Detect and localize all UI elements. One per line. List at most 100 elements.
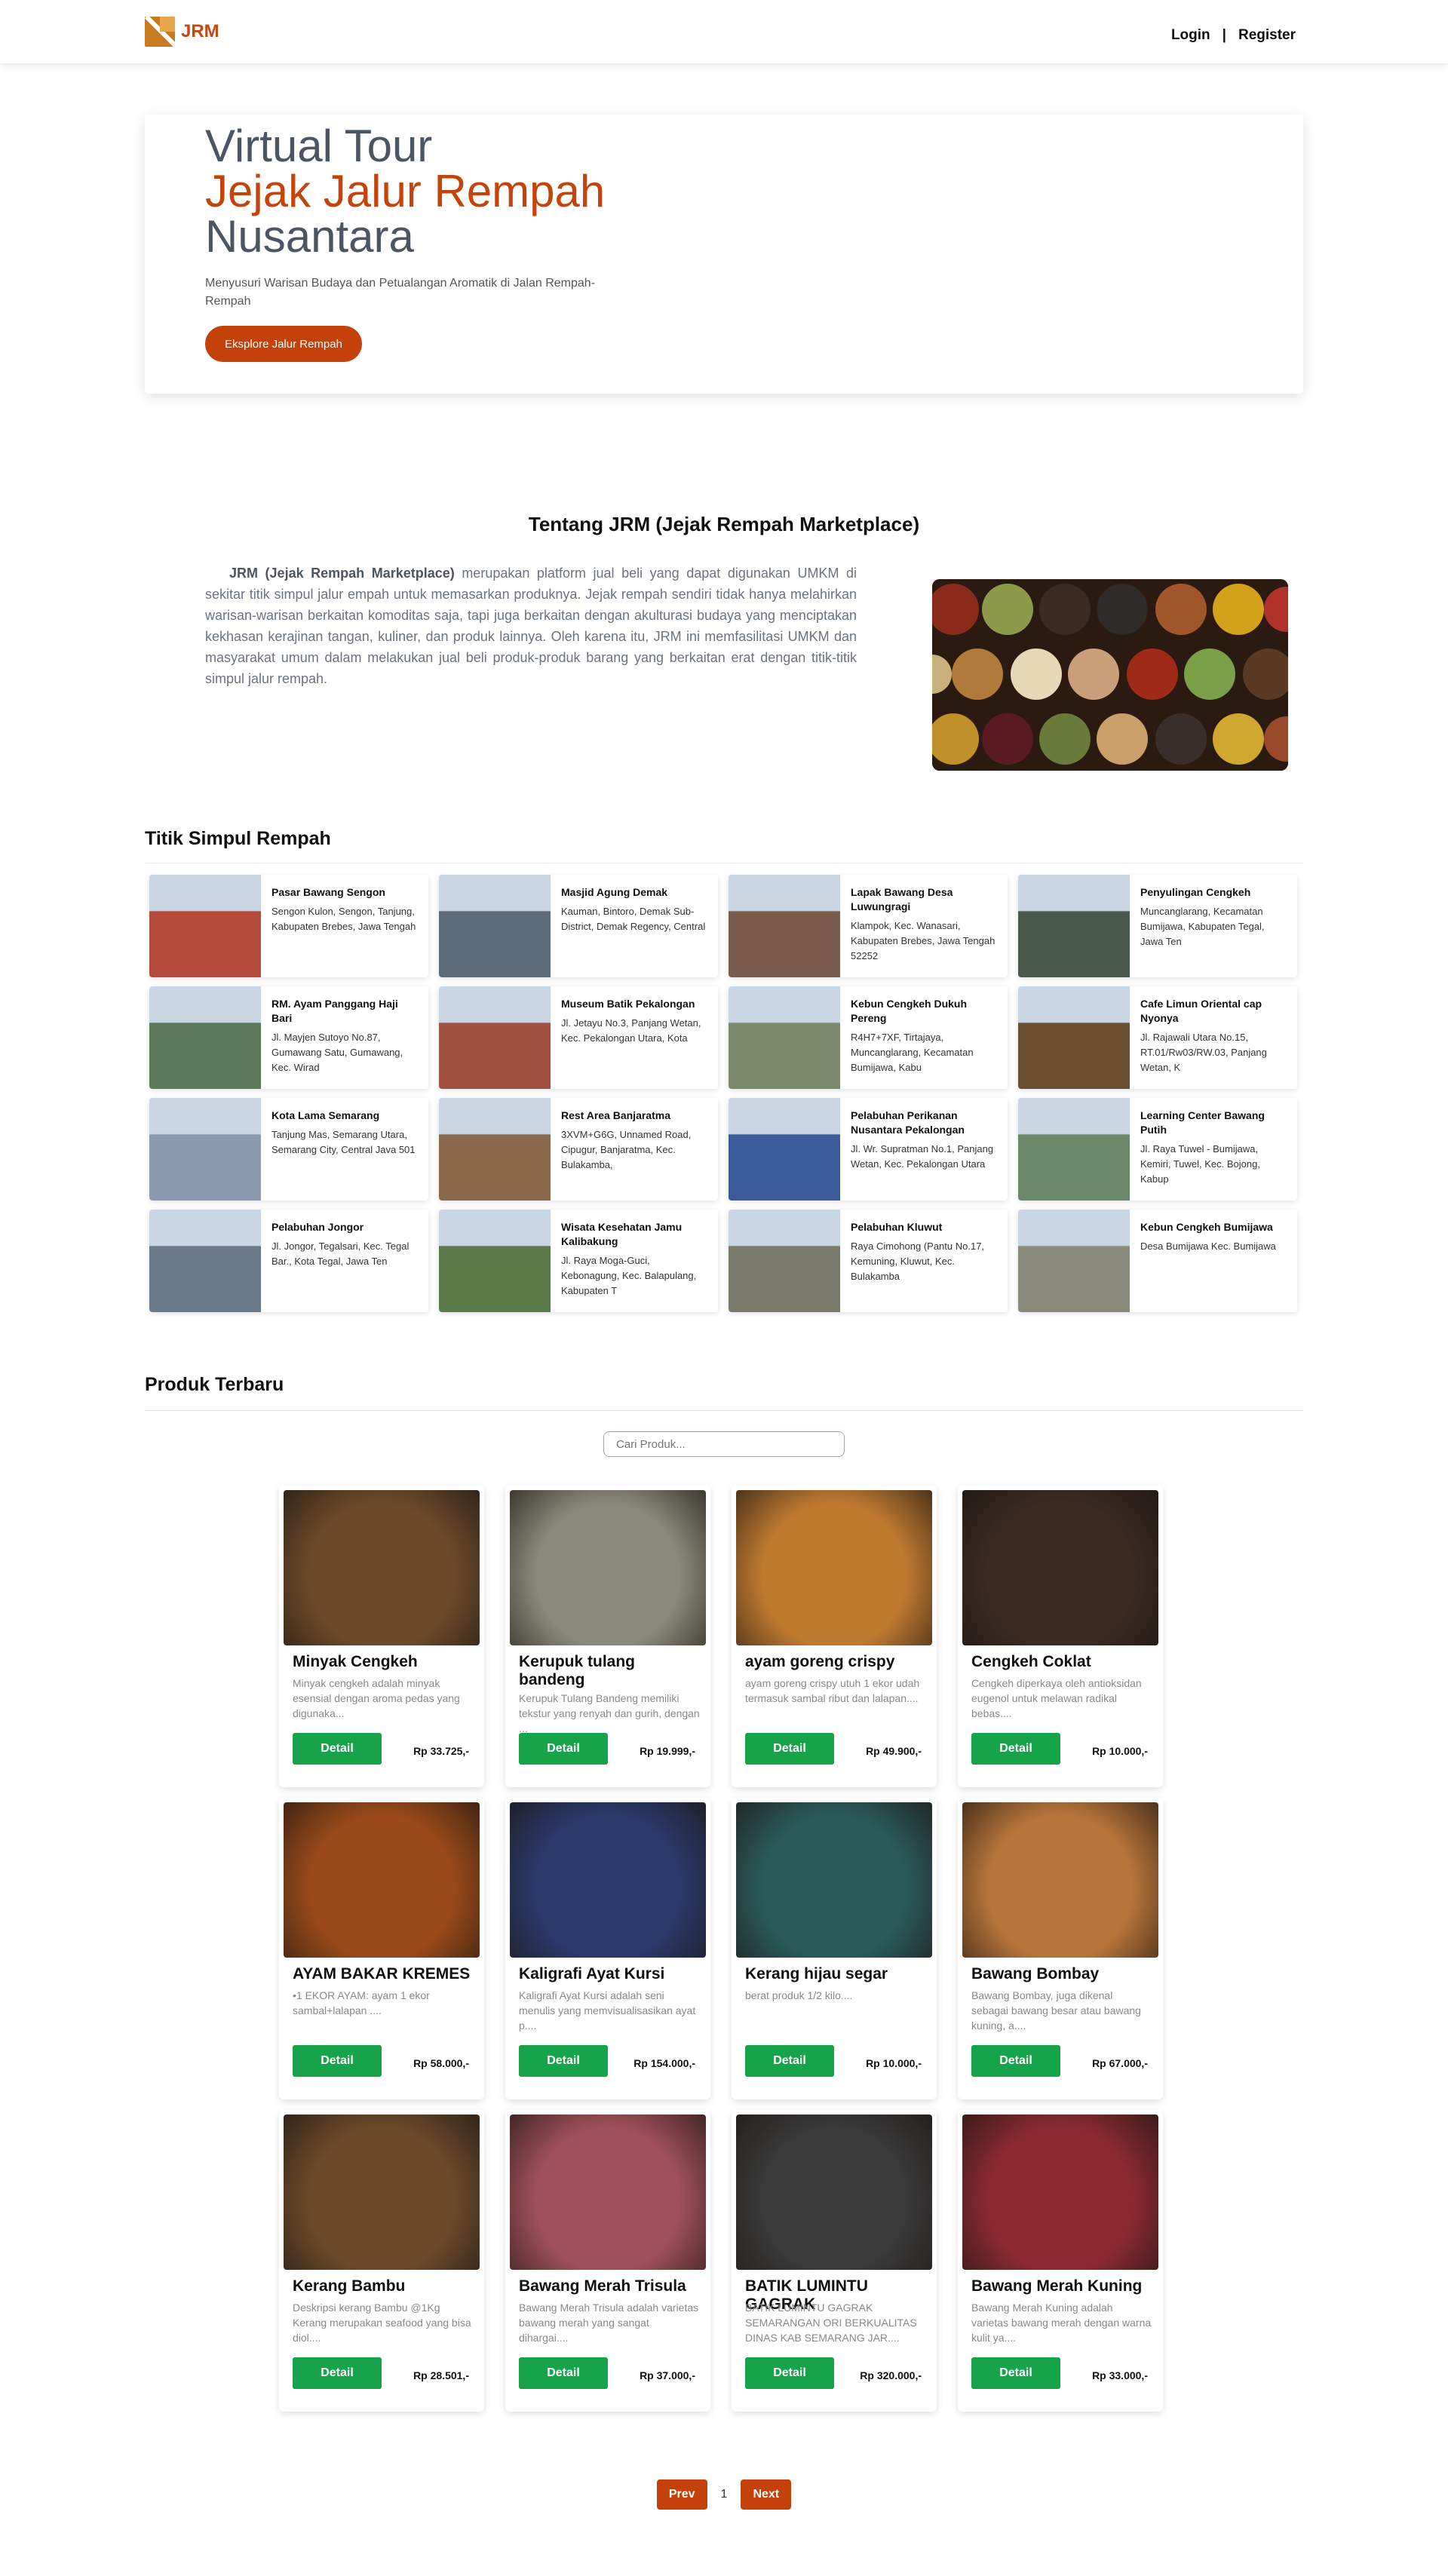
point-card[interactable]: Rest Area Banjaratma 3XVM+G6G, Unnamed Ro… (439, 1098, 718, 1201)
next-page-button[interactable]: Next (741, 2479, 792, 2510)
point-card[interactable]: Penyulingan Cengkeh Muncanglarang, Kecama… (1018, 875, 1297, 977)
product-detail-button[interactable]: Detail (293, 2045, 382, 2077)
point-card[interactable]: Pasar Bawang Sengon Sengon Kulon, Sengon,… (149, 875, 428, 977)
point-address: Sengon Kulon, Sengon, Tanjung, Kabupaten… (272, 906, 416, 932)
product-price: Rp 10.000,- (1092, 1745, 1148, 1757)
product-card[interactable]: AYAM BAKAR KREMES •1 EKOR AYAM: ayam 1 ek… (279, 1798, 484, 2099)
product-description: berat produk 1/2 kilo.... (745, 1989, 853, 2001)
product-description: •1 EKOR AYAM: ayam 1 ekor sambal+lalapan… (293, 1989, 430, 2016)
product-search-input[interactable] (603, 1431, 845, 1457)
point-name: Rest Area Banjaratma (561, 1109, 670, 1121)
pagination: Prev 1 Next (0, 2479, 1448, 2510)
product-detail-button[interactable]: Detail (745, 2357, 834, 2389)
point-card[interactable]: Kota Lama Semarang Tanjung Mas, Semarang … (149, 1098, 428, 1201)
product-detail-button[interactable]: Detail (971, 2357, 1060, 2389)
product-detail-button[interactable]: Detail (519, 1733, 608, 1765)
product-detail-button[interactable]: Detail (293, 2357, 382, 2389)
point-card[interactable]: Kebun Cengkeh Bumijawa Desa Bumijawa Kec.… (1018, 1210, 1297, 1312)
point-address: Jl. Jetayu No.3, Panjang Wetan, Kec. Pek… (561, 1017, 701, 1044)
login-link[interactable]: Login (1171, 27, 1210, 44)
point-card[interactable]: Pelabuhan Kluwut Raya Cimohong (Pantu No.… (729, 1210, 1008, 1312)
points-grid: Pasar Bawang Sengon Sengon Kulon, Sengon,… (149, 875, 1299, 1321)
product-price: Rp 33.725,- (413, 1745, 469, 1757)
hero-title: Virtual Tour Jejak Jalur Rempah Nusantar… (205, 124, 605, 259)
point-card[interactable]: Learning Center Bawang Putih Jl. Raya Tuw… (1018, 1098, 1297, 1201)
product-card[interactable]: Cengkeh Coklat Cengkeh diperkaya oleh ant… (958, 1486, 1163, 1787)
product-image (284, 1490, 480, 1645)
prev-page-button[interactable]: Prev (656, 2479, 707, 2510)
point-body: Kebun Cengkeh Bumijawa Desa Bumijawa Kec.… (1130, 1210, 1285, 1312)
point-card[interactable]: Masjid Agung Demak Kauman, Bintoro, Demak… (439, 875, 718, 977)
products-grid: Minyak Cengkeh Minyak cengkeh adalah miny… (279, 1486, 1172, 2422)
product-detail-button[interactable]: Detail (971, 2045, 1060, 2077)
point-body: Masjid Agung Demak Kauman, Bintoro, Demak… (551, 875, 718, 977)
product-image (962, 1802, 1158, 1958)
point-body: Museum Batik Pekalongan Jl. Jetayu No.3, … (551, 986, 718, 1089)
point-card[interactable]: Kebun Cengkeh Dukuh Pereng R4H7+7XF, Tirt… (729, 986, 1008, 1089)
point-body: Wisata Kesehatan Jamu Kalibakung Jl. Raya… (551, 1210, 718, 1312)
point-name: Masjid Agung Demak (561, 886, 668, 898)
spice-bowls-illustration (932, 579, 1288, 771)
product-description: Kaligrafi Ayat Kursi adalah seni menulis… (519, 1989, 696, 2032)
point-body: Cafe Limun Oriental cap Nyonya Jl. Rajawa… (1130, 986, 1297, 1089)
product-name: Kaligrafi Ayat Kursi (519, 1965, 665, 1983)
product-image (736, 2114, 932, 2270)
point-address: Jl. Raya Moga-Guci, Kebonagung, Kec. Bal… (561, 1255, 697, 1296)
register-link[interactable]: Register (1238, 27, 1296, 44)
point-thumbnail (1018, 875, 1130, 977)
point-card[interactable]: Museum Batik Pekalongan Jl. Jetayu No.3, … (439, 986, 718, 1089)
point-card[interactable]: Pelabuhan Perikanan Nusantara Pekalongan… (729, 1098, 1008, 1201)
product-card[interactable]: Kaligrafi Ayat Kursi Kaligrafi Ayat Kursi… (505, 1798, 710, 2099)
product-card[interactable]: ayam goreng crispy ayam goreng crispy utu… (732, 1486, 937, 1787)
point-name: Wisata Kesehatan Jamu Kalibakung (561, 1221, 683, 1247)
product-name: Bawang Merah Trisula (519, 2277, 686, 2295)
point-card[interactable]: Pelabuhan Jongor Jl. Jongor, Tegalsari, K… (149, 1210, 428, 1312)
point-name: Kota Lama Semarang (272, 1109, 380, 1121)
point-body: Pelabuhan Jongor Jl. Jongor, Tegalsari, K… (261, 1210, 428, 1312)
point-thumbnail (1018, 986, 1130, 1089)
product-price: Rp 10.000,- (866, 2057, 922, 2069)
product-detail-button[interactable]: Detail (745, 2045, 834, 2077)
product-description: Minyak cengkeh adalah minyak esensial de… (293, 1677, 460, 1719)
brand-logo[interactable]: JRM (145, 17, 219, 47)
product-detail-button[interactable]: Detail (519, 2045, 608, 2077)
about-body: merupakan platform jual beli yang dapat … (205, 566, 857, 686)
product-image (510, 1802, 706, 1958)
point-body: Rest Area Banjaratma 3XVM+G6G, Unnamed Ro… (551, 1098, 718, 1201)
product-card[interactable]: Minyak Cengkeh Minyak cengkeh adalah miny… (279, 1486, 484, 1787)
product-price: Rp 58.000,- (413, 2057, 469, 2069)
point-name: Pasar Bawang Sengon (272, 886, 385, 898)
point-card[interactable]: RM. Ayam Panggang Haji Bari Jl. Mayjen Su… (149, 986, 428, 1089)
product-detail-button[interactable]: Detail (519, 2357, 608, 2389)
product-image (962, 1490, 1158, 1645)
product-name: Minyak Cengkeh (293, 1653, 418, 1670)
product-price: Rp 28.501,- (413, 2369, 469, 2381)
product-detail-button[interactable]: Detail (745, 1733, 834, 1765)
point-address: Jl. Jongor, Tegalsari, Kec. Tegal Bar., … (272, 1240, 410, 1267)
product-card[interactable]: Kerupuk tulang bandeng Kerupuk Tulang Ban… (505, 1486, 710, 1787)
product-card[interactable]: Kerang Bambu Deskripsi kerang Bambu @1Kg … (279, 2110, 484, 2412)
products-section-title: Produk Terbaru (145, 1374, 284, 1395)
current-page-number[interactable]: 1 (721, 2488, 728, 2501)
point-thumbnail (729, 1210, 840, 1312)
point-card[interactable]: Cafe Limun Oriental cap Nyonya Jl. Rajawa… (1018, 986, 1297, 1089)
product-price: Rp 37.000,- (640, 2369, 695, 2381)
product-name: Kerang hijau segar (745, 1965, 888, 1983)
point-card[interactable]: Wisata Kesehatan Jamu Kalibakung Jl. Raya… (439, 1210, 718, 1312)
product-card[interactable]: Bawang Bombay Bawang Bombay, juga dikenal… (958, 1798, 1163, 2099)
product-card[interactable]: BATIK LUMINTU GAGRAK BATIK LUMINTU GAGRAK… (732, 2110, 937, 2412)
product-detail-button[interactable]: Detail (971, 1733, 1060, 1765)
point-address: R4H7+7XF, Tirtajaya, Muncanglarang, Keca… (851, 1032, 974, 1073)
product-card[interactable]: Bawang Merah Kuning Bawang Merah Kuning a… (958, 2110, 1163, 2412)
point-name: Kebun Cengkeh Bumijawa (1140, 1221, 1273, 1233)
product-name: Kerang Bambu (293, 2277, 406, 2295)
product-card[interactable]: Kerang hijau segar berat produk 1/2 kilo.… (732, 1798, 937, 2099)
point-name: RM. Ayam Panggang Haji Bari (272, 998, 398, 1024)
product-image (284, 2114, 480, 2270)
product-detail-button[interactable]: Detail (293, 1733, 382, 1765)
point-card[interactable]: Lapak Bawang Desa Luwungragi Klampok, Kec… (729, 875, 1008, 977)
about-bold: JRM (Jejak Rempah Marketplace) (229, 566, 455, 581)
explore-button[interactable]: Eksplore Jalur Rempah (205, 326, 362, 362)
product-description: Kerupuk Tulang Bandeng memiliki tekstur … (519, 1692, 700, 1734)
product-card[interactable]: Bawang Merah Trisula Bawang Merah Trisula… (505, 2110, 710, 2412)
